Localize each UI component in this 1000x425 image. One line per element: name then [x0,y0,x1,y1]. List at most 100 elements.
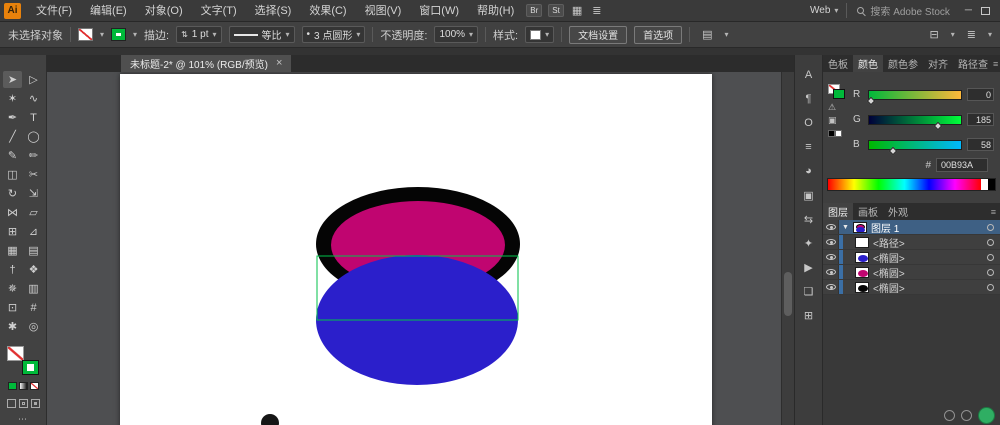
blend-tool[interactable]: ❖ [24,261,43,278]
window-minimize-button[interactable]: ─ [965,5,972,16]
tab-artboards[interactable]: 画板 [853,203,883,220]
eye-icon[interactable] [826,239,836,245]
mesh-tool[interactable]: ▦ [3,242,22,259]
canvas[interactable] [47,72,794,425]
eye-icon[interactable] [826,269,836,275]
spectrum-black-swatch[interactable] [988,179,995,190]
opacity-field[interactable]: 100% ▾ [434,26,478,43]
artboard-tool[interactable]: ⊡ [3,299,22,316]
tab-color-guide[interactable]: 颜色参 [883,55,923,72]
eye-icon[interactable] [826,284,836,290]
pattern-options-panel-icon[interactable]: ⊞ [795,303,822,327]
blue-slider[interactable] [868,140,962,150]
clipped-shape[interactable] [261,414,279,425]
green-slider[interactable] [868,115,962,125]
slice-tool[interactable]: # [24,299,43,316]
actions-panel-icon[interactable]: ▶ [795,255,822,279]
ellipse-tool[interactable]: ◯ [24,128,43,145]
layer-name[interactable]: <椭圆> [873,280,905,295]
shape-builder-tool[interactable]: ⊞ [3,223,22,240]
visibility-cell[interactable] [823,220,839,234]
gradient-tool[interactable]: ▤ [24,242,43,259]
scale-tool[interactable]: ⇲ [24,185,43,202]
width-profile-dropdown[interactable]: 等比 ▾ [229,26,295,43]
opentype-panel-icon[interactable]: O [795,111,822,135]
eye-icon[interactable] [826,224,836,230]
ellipse-thumbnail[interactable] [855,252,869,263]
eraser-tool[interactable]: ◫ [3,166,22,183]
rotate-tool[interactable]: ↻ [3,185,22,202]
pencil-tool[interactable]: ✏ [24,147,43,164]
stock-badge[interactable]: St [548,4,564,17]
chevron-down-icon[interactable]: ▾ [469,30,473,39]
hex-value-field[interactable]: 00B93A [936,158,988,172]
layer-thumbnail[interactable] [853,222,867,233]
draw-inside-button[interactable] [31,399,40,408]
layer-row[interactable]: <椭圆> [823,265,1000,280]
column-graph-tool[interactable]: ▥ [24,280,43,297]
stepper-icon[interactable]: ⇅ [181,30,188,39]
web-safe-cube-icon[interactable]: ▣ [828,116,837,125]
zoom-tool[interactable]: ◎ [24,318,43,335]
symbols-panel-icon[interactable]: ✦ [795,231,822,255]
visibility-cell[interactable] [823,250,839,264]
stroke-green-swatch[interactable] [22,360,39,375]
layer-row[interactable]: <椭圆> [823,280,1000,295]
scissors-tool[interactable]: ✂ [24,166,43,183]
target-circle-icon[interactable] [987,254,994,261]
lasso-tool[interactable]: ∿ [24,90,43,107]
layer-name[interactable]: 图层 1 [871,220,899,235]
menu-edit[interactable]: 编辑(E) [81,0,136,22]
tab-layers[interactable]: 图层 [823,203,853,220]
chevron-down-icon[interactable]: ▾ [286,30,290,39]
close-icon[interactable]: × [276,58,282,69]
blue-value-field[interactable]: 58 [967,138,994,151]
direct-selection-tool[interactable]: ▷ [24,71,43,88]
color-mode-button[interactable] [8,382,17,390]
footer-circle-button[interactable] [961,410,972,421]
layer-row-main[interactable]: <路径> [839,235,1000,249]
screen-mode-icon[interactable]: ⋯ [18,414,28,425]
stroke-panel-icon[interactable]: ≡ [795,135,822,159]
layer-row-main[interactable]: <椭圆> [839,280,1000,294]
character-panel-icon[interactable]: A [795,63,822,87]
list-view-icon[interactable]: ≣ [967,28,976,41]
layer-row-main[interactable]: <椭圆> [839,265,1000,279]
chevron-down-icon[interactable]: ▾ [545,30,549,39]
arrange-documents-icon[interactable]: ▦ [572,4,582,17]
width-tool[interactable]: ⋈ [3,204,22,221]
disclosure-triangle-icon[interactable]: ▼ [842,224,849,231]
pen-tool[interactable]: ✒ [3,109,22,126]
grid-view-icon[interactable]: ⊟ [930,28,939,41]
green-value-field[interactable]: 185 [967,113,994,126]
align-options-icon[interactable]: ▤ [702,28,712,41]
document-layout-icon[interactable]: ≣ [592,4,601,17]
graphic-styles-panel-icon[interactable]: ▣ [795,183,822,207]
fill-color-swatch[interactable] [78,28,93,41]
red-value-field[interactable]: 0 [967,88,994,101]
green-slider-handle[interactable] [934,121,942,129]
adobe-stock-search[interactable]: 搜索 Adobe Stock [847,3,959,18]
red-slider-handle[interactable] [867,96,875,104]
mini-fill-stroke-indicator[interactable] [828,84,845,99]
bridge-badge[interactable]: Br [526,4,542,17]
layer-row-main[interactable]: ▼ 图层 1 [839,220,1000,234]
layer-name[interactable]: <椭圆> [873,250,905,265]
target-circle-icon[interactable] [987,224,994,231]
magic-wand-tool[interactable]: ✶ [3,90,22,107]
black-swatch[interactable] [828,130,835,137]
vertical-scrollbar[interactable] [781,72,794,425]
artboards-panel-icon[interactable]: ❏ [795,279,822,303]
menu-object[interactable]: 对象(O) [136,0,192,22]
tab-swatches[interactable]: 色板 [823,55,853,72]
visibility-cell[interactable] [823,265,839,279]
preferences-button[interactable]: 首选项 [634,26,682,44]
gradient-mode-button[interactable] [19,382,28,390]
layer-row[interactable]: <路径> [823,235,1000,250]
tab-pathfinder[interactable]: 路径查 [953,55,993,72]
chevron-down-icon[interactable]: ▾ [100,30,104,39]
document-tab[interactable]: 未标题-2* @ 101% (RGB/预览) × [121,55,291,72]
tab-align[interactable]: 对齐 [923,55,953,72]
target-circle-icon[interactable] [987,284,994,291]
menu-select[interactable]: 选择(S) [246,0,301,22]
